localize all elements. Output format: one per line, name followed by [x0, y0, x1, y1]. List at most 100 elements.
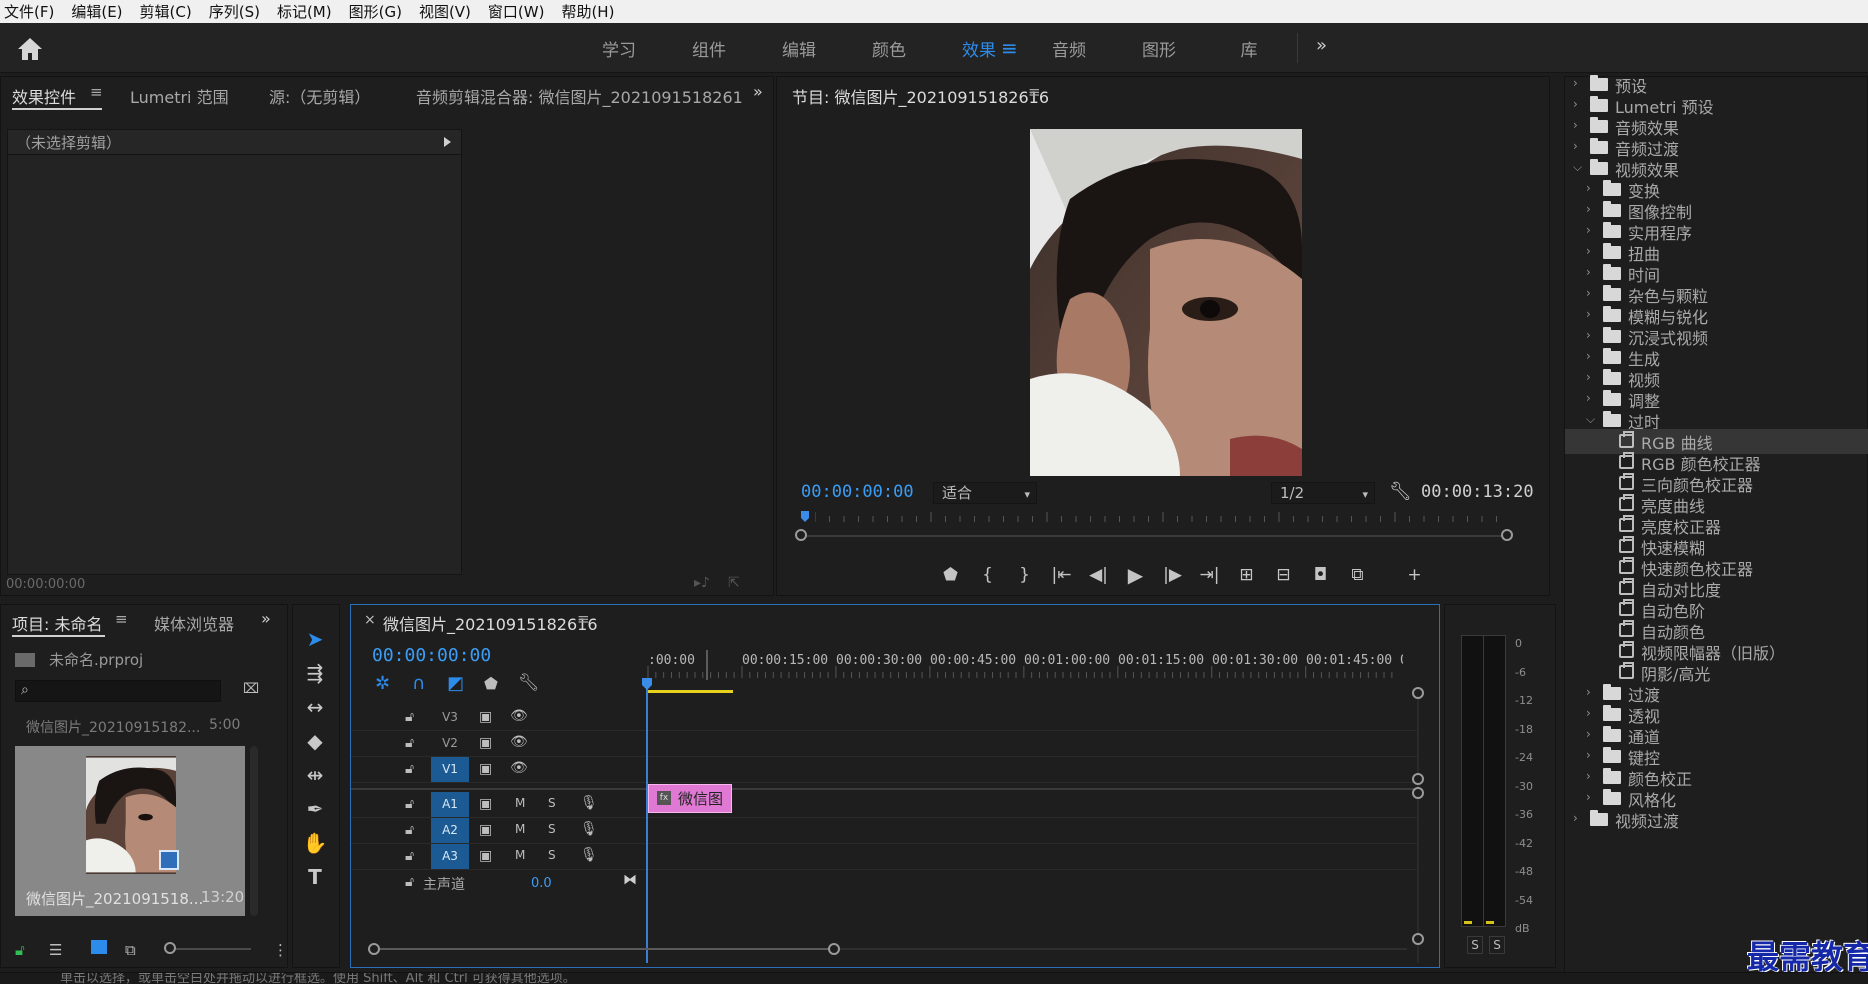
thumbnail-size-slider[interactable] [171, 948, 251, 950]
slip-tool-icon[interactable]: ⇹ [301, 763, 329, 791]
solo-button[interactable]: S [548, 796, 556, 810]
workspace-tab-color[interactable]: 颜色 [844, 36, 934, 61]
chevron-right-icon[interactable]: › [1586, 286, 1591, 300]
chevron-right-icon[interactable]: › [1586, 202, 1591, 216]
close-icon[interactable]: × [364, 612, 376, 628]
ripple-edit-tool-icon[interactable]: ↔ [301, 695, 329, 723]
eye-icon[interactable]: 👁︎ [510, 708, 528, 724]
chevron-right-icon[interactable]: › [1573, 811, 1578, 825]
workspace-tab-graphics[interactable]: 图形 [1114, 36, 1204, 61]
pen-tool-icon[interactable]: ✒ [301, 797, 329, 825]
go-to-in-icon[interactable]: |⇤ [1043, 561, 1080, 589]
type-tool-icon[interactable]: T [301, 865, 329, 893]
workspace-tab-learn[interactable]: 学习 [574, 36, 664, 61]
menu-markers[interactable]: 标记(M) [275, 1, 334, 22]
sync-lock-icon[interactable]: ▣ [479, 822, 492, 838]
timeline-menu-icon[interactable]: ≡ [577, 610, 590, 628]
add-marker-icon[interactable]: ⬟ [484, 674, 498, 693]
hand-tool-icon[interactable]: ✋ [301, 831, 329, 859]
solo-button[interactable]: S [548, 822, 556, 836]
track-lock-icon[interactable]: 🔓︎ [405, 874, 414, 890]
master-volume-value[interactable]: 0.0 [531, 876, 552, 891]
add-marker-icon[interactable]: ⬟ [932, 561, 969, 589]
chevron-right-icon[interactable]: › [1586, 223, 1591, 237]
chevron-right-icon[interactable]: › [1586, 391, 1591, 405]
tab-project[interactable]: 项目: 未命名 [12, 611, 102, 635]
program-timecode-current[interactable]: 00:00:00:00 [801, 482, 914, 502]
tab-audio-clip-mixer[interactable]: 音频剪辑混合器: 微信图片_2021091518261 [416, 84, 743, 108]
track-lock-icon[interactable]: 🔓︎ [405, 796, 414, 812]
linked-selection-icon[interactable]: ◩ [447, 673, 464, 694]
vertical-scrollbar[interactable] [1417, 693, 1419, 963]
menu-window[interactable]: 窗口(W) [486, 1, 547, 22]
mark-out-icon[interactable]: } [1006, 561, 1043, 589]
mark-in-icon[interactable]: { [969, 561, 1006, 589]
panel-overflow-icon[interactable]: » [261, 609, 271, 628]
fit-dropdown[interactable]: 适合 ▾ [933, 482, 1037, 504]
track-select-tool-icon[interactable]: ⇶ [301, 661, 329, 689]
menu-graphics[interactable]: 图形(G) [347, 1, 404, 22]
scroll-right-handle[interactable] [1501, 529, 1513, 541]
horizontal-scroll-thumb[interactable] [374, 948, 834, 950]
more-options-icon[interactable]: ⋮ [273, 941, 288, 959]
thumbnail-size-handle[interactable] [164, 942, 176, 954]
expand-arrow-icon[interactable] [444, 137, 451, 147]
audio-track-target[interactable]: A2 [431, 818, 469, 843]
freeform-view-icon[interactable]: ⧉ [125, 941, 136, 959]
chevron-right-icon[interactable]: › [1586, 727, 1591, 741]
workspace-tab-editing[interactable]: 编辑 [754, 36, 844, 61]
program-title[interactable]: 节目: 微信图片_20210915182616 [792, 84, 1049, 108]
track-lock-icon[interactable]: 🔓︎ [405, 761, 414, 777]
chevron-right-icon[interactable]: › [1586, 328, 1591, 342]
microphone-icon[interactable]: 🎙︎ [580, 795, 598, 811]
chevron-right-icon[interactable]: › [1586, 748, 1591, 762]
menu-view[interactable]: 视图(V) [417, 1, 473, 22]
eye-icon[interactable]: 👁︎ [510, 760, 528, 776]
home-icon[interactable] [16, 36, 44, 62]
menu-help[interactable]: 帮助(H) [559, 1, 616, 22]
workspace-menu-icon[interactable]: ≡ [1001, 36, 1018, 60]
eye-icon[interactable]: 👁︎ [510, 734, 528, 750]
track-lock-icon[interactable]: 🔓︎ [405, 848, 414, 864]
h-scroll-left-handle[interactable] [368, 943, 380, 955]
chevron-right-icon[interactable]: › [1586, 307, 1591, 321]
resolution-dropdown[interactable]: 1/2 ▾ [1271, 482, 1375, 504]
video-track-target[interactable]: V3 [431, 705, 469, 730]
project-scrollbar[interactable] [250, 746, 258, 916]
v-scroll-top-handle[interactable] [1412, 687, 1424, 699]
mute-button[interactable]: M [515, 796, 525, 810]
chevron-down-icon[interactable]: ⌵ [1573, 160, 1582, 175]
video-track-target[interactable]: V2 [431, 731, 469, 756]
menu-edit[interactable]: 编辑(E) [69, 1, 124, 22]
step-forward-icon[interactable]: |▶ [1154, 561, 1191, 589]
chevron-right-icon[interactable]: › [1586, 685, 1591, 699]
go-to-out-icon[interactable]: ⇥| [1191, 561, 1228, 589]
mute-button[interactable]: M [515, 848, 525, 862]
chevron-right-icon[interactable]: › [1586, 370, 1591, 384]
chevron-right-icon[interactable]: › [1586, 244, 1591, 258]
track-lock-icon[interactable]: 🔓︎ [405, 735, 414, 751]
chevron-right-icon[interactable]: › [1586, 265, 1591, 279]
scroll-left-handle[interactable] [795, 529, 807, 541]
tab-source[interactable]: 源:（无剪辑） [269, 84, 370, 108]
workspace-tab-libraries[interactable]: 库 [1204, 36, 1294, 61]
zoom-scroll-bar[interactable] [801, 535, 1507, 537]
a-scroll-bottom-handle[interactable] [1412, 933, 1424, 945]
play-icon[interactable]: ▶ [1117, 561, 1154, 589]
button-editor-icon[interactable]: + [1396, 561, 1433, 589]
timeline-clip-v1[interactable]: fx 微信图 [648, 784, 732, 813]
menu-clip[interactable]: 剪辑(C) [138, 1, 194, 22]
video-track-target[interactable]: V1 [431, 757, 469, 782]
project-menu-icon[interactable]: ≡ [115, 610, 128, 628]
step-back-icon[interactable]: ◀| [1080, 561, 1117, 589]
chevron-right-icon[interactable]: › [1586, 790, 1591, 804]
audio-track-target[interactable]: A1 [431, 792, 469, 817]
workspace-overflow-icon[interactable]: » [1316, 35, 1327, 56]
effects-item[interactable]: › 视频过渡 [1565, 807, 1868, 832]
chevron-right-icon[interactable]: › [1573, 139, 1578, 153]
panel-overflow-icon[interactable]: » [753, 82, 763, 101]
chevron-right-icon[interactable]: › [1586, 769, 1591, 783]
export-icon[interactable]: ⇱ [728, 575, 740, 591]
workspace-tab-audio[interactable]: 音频 [1024, 36, 1114, 61]
export-frame-icon[interactable]: ◘ [1302, 561, 1339, 589]
